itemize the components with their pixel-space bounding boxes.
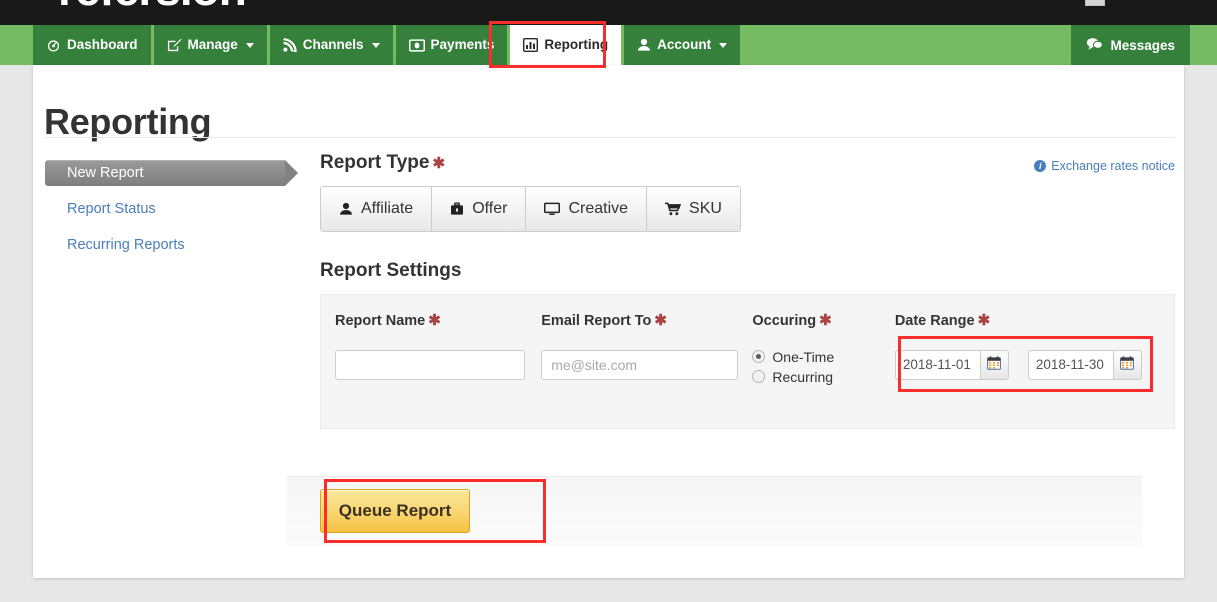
report-type-creative-button[interactable]: Creative: [526, 186, 648, 231]
nav-item-label: Account: [657, 37, 712, 53]
report-type-offer-button[interactable]: Offer: [432, 186, 527, 231]
date-range-end-group: [1027, 349, 1142, 380]
sidebar-item-new-report[interactable]: New Report: [45, 160, 298, 186]
info-icon: i: [1034, 160, 1047, 172]
occuring-option-recurring[interactable]: Recurring: [752, 370, 894, 384]
date-range-end-input[interactable]: [1027, 349, 1113, 380]
user-icon: [339, 202, 353, 216]
nav-item-reporting[interactable]: Reporting: [510, 25, 622, 65]
date-range-inputs: [894, 349, 1160, 380]
email-report-to-input[interactable]: [541, 349, 739, 380]
radio-one-time[interactable]: [752, 350, 766, 364]
report-sidebar-nav: New Report Report Status Recurring Repor…: [45, 160, 307, 268]
occuring-option-label: One-Time: [772, 348, 835, 365]
sidebar-item-report-status[interactable]: Report Status: [45, 196, 307, 222]
occuring-option-label: Recurring: [772, 368, 834, 385]
report-name-input[interactable]: [335, 349, 525, 380]
report-settings-heading-text: Report Settings: [320, 259, 462, 281]
nav-tab-list: Dashboard Manage Channels Payments Repor…: [33, 25, 743, 65]
required-marker: ✱: [654, 311, 667, 329]
report-settings-heading: Report Settings: [320, 259, 1175, 282]
report-name-field-group: Report Name ✱: [335, 311, 541, 390]
occuring-field-group: Occuring ✱ One-Time Recurring: [752, 311, 894, 390]
email-report-to-field-group: Email Report To ✱: [541, 311, 752, 390]
nav-item-payments[interactable]: Payments: [395, 25, 508, 65]
nav-item-dashboard[interactable]: Dashboard: [33, 25, 151, 65]
nav-item-label: Messages: [1110, 37, 1175, 53]
sidebar-item-label: Recurring Reports: [67, 237, 185, 253]
queue-report-button[interactable]: Queue Report: [320, 489, 470, 533]
email-report-to-label-text: Email Report To: [541, 312, 652, 329]
report-type-sku-button[interactable]: SKU: [647, 186, 740, 231]
chat-icon: [1086, 37, 1104, 54]
briefcase-icon: [450, 202, 464, 216]
nav-item-label: Manage: [187, 37, 238, 53]
chevron-down-icon: [719, 42, 728, 48]
report-type-affiliate-button[interactable]: Affiliate: [321, 186, 433, 231]
required-marker: ✱: [432, 155, 446, 172]
occuring-label: Occuring ✱: [752, 311, 894, 329]
report-type-label: Creative: [568, 199, 629, 217]
title-divider: [44, 137, 1175, 138]
exchange-rates-notice-link[interactable]: i Exchange rates notice: [1034, 159, 1175, 173]
nav-item-messages[interactable]: Messages: [1071, 25, 1190, 65]
date-range-label: Date Range ✱: [895, 311, 1160, 329]
occuring-label-text: Occuring: [752, 312, 817, 329]
report-type-label: Offer: [472, 199, 508, 217]
monitor-icon: [544, 202, 561, 216]
edit-icon: [167, 38, 182, 52]
radio-recurring[interactable]: [752, 370, 766, 384]
header-widget[interactable]: [1085, 0, 1105, 6]
nav-item-label: Reporting: [544, 37, 609, 53]
calendar-icon: [987, 356, 1002, 373]
date-range-end-calendar-button[interactable]: [1112, 349, 1142, 380]
dashboard-icon: [46, 39, 61, 52]
cart-icon: [665, 202, 682, 216]
nav-item-label: Dashboard: [67, 37, 138, 53]
report-form-column: i Exchange rates notice Report Type ✱ Aff…: [320, 152, 1175, 429]
submit-panel: Queue Report: [287, 476, 1142, 546]
date-range-field-group: Date Range ✱: [894, 311, 1160, 390]
report-settings-fields: Report Name✱ Email Report To✱ Occuring✱: [335, 311, 1160, 390]
date-range-label-text: Date Range: [894, 312, 975, 329]
exchange-rates-notice-label: Exchange rates notice: [1051, 159, 1175, 173]
rss-icon: [283, 38, 297, 52]
brand-header-bar: refersion: [0, 0, 1217, 25]
brand-logo[interactable]: refersion: [58, 0, 247, 12]
email-report-to-label: Email Report To ✱: [541, 311, 752, 329]
nav-item-account[interactable]: Account: [624, 25, 741, 65]
date-range-start-input[interactable]: [894, 349, 980, 380]
chevron-down-icon: [371, 42, 380, 48]
main-navigation-bar: Dashboard Manage Channels Payments Repor…: [0, 25, 1217, 65]
report-name-label: Report Name ✱: [335, 311, 541, 329]
date-range-start-calendar-button[interactable]: [979, 349, 1009, 380]
report-type-label: SKU: [689, 199, 722, 217]
money-icon: [408, 38, 425, 52]
report-type-button-group: Affiliate Offer Creative SKU: [320, 185, 741, 232]
date-range-start-group: [894, 349, 1009, 380]
nav-item-manage[interactable]: Manage: [153, 25, 267, 65]
report-name-label-text: Report Name: [335, 312, 426, 329]
sidebar-item-label: New Report: [67, 165, 144, 181]
nav-item-channels[interactable]: Channels: [269, 25, 393, 65]
required-marker: ✱: [819, 311, 832, 329]
chevron-down-icon: [245, 42, 254, 48]
occuring-option-one-time[interactable]: One-Time: [752, 350, 894, 364]
required-marker: ✱: [977, 311, 991, 329]
required-marker: ✱: [428, 311, 441, 329]
sidebar-item-label: Report Status: [67, 201, 156, 217]
report-type-label: Affiliate: [361, 199, 414, 217]
bar-chart-icon: [523, 38, 539, 52]
report-settings-panel: Report Name✱ Email Report To✱ Occuring✱: [320, 293, 1175, 429]
main-content-card: Reporting New Report Report Status Recur…: [33, 65, 1184, 578]
user-icon: [637, 38, 651, 52]
calendar-icon: [1120, 356, 1135, 373]
report-type-heading-text: Report Type: [320, 152, 430, 173]
nav-item-label: Channels: [302, 37, 364, 53]
nav-item-label: Payments: [430, 37, 495, 53]
sidebar-item-recurring-reports[interactable]: Recurring Reports: [45, 232, 307, 258]
